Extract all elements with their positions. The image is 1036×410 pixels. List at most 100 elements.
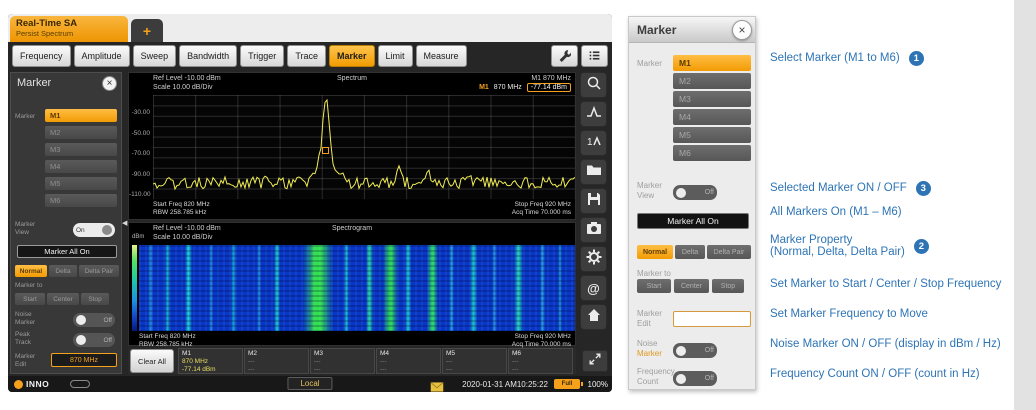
marker-property-delta-pair[interactable]: Delta Pair — [79, 265, 119, 277]
marker-to-start-button[interactable]: Start — [15, 293, 45, 305]
marker-m1-symbol — [322, 147, 329, 154]
marker-select-m6[interactable]: M6 — [673, 145, 751, 161]
toolbar-button-trigger[interactable]: Trigger — [240, 45, 285, 67]
marker-select-m1[interactable]: M1 — [673, 55, 751, 71]
toolbar-button-marker[interactable]: Marker — [328, 45, 375, 67]
toggle-state-label: Off — [103, 316, 112, 324]
setup-button[interactable] — [580, 246, 607, 272]
toolbar-button-limit[interactable]: Limit — [377, 45, 413, 67]
marker-view-toggle[interactable]: On — [73, 223, 115, 237]
noise-marker-toggle[interactable]: Off — [73, 313, 115, 327]
tools-button[interactable] — [551, 45, 578, 67]
svg-text:1: 1 — [587, 137, 593, 148]
peak-search-button[interactable] — [580, 72, 607, 98]
frequency-count-toggle[interactable]: Off — [673, 371, 717, 386]
new-tab-button[interactable]: + — [131, 19, 163, 42]
noise-label-word2: Marker — [637, 348, 662, 358]
marker-select-m6[interactable]: M6 — [45, 194, 117, 207]
fullscreen-button[interactable] — [582, 350, 608, 372]
marker-select-m3[interactable]: M3 — [45, 143, 117, 156]
cell-name: M2 — [248, 350, 258, 357]
spectrum-plot-area — [152, 95, 576, 199]
annotation-text: All Markers On (M1 – M6) — [770, 206, 902, 218]
toggle-state-label: Off — [704, 189, 714, 196]
marker-table: Clear All M1 870 MHz -77.14 dBm M2 --- -… — [128, 348, 576, 374]
marker-panel-callout: Marker × Marker M1 M2 M3 M4 M5 M6 Marker… — [628, 16, 756, 390]
marker-select-m2[interactable]: M2 — [45, 126, 117, 139]
toolbar-button-frequency[interactable]: Frequency — [12, 45, 71, 67]
spectrogram-display: Ref Level -10.00 dBm Spectrogram Scale 1… — [128, 222, 576, 348]
marker-to-center-button[interactable]: Center — [47, 293, 79, 305]
marker-select-m2[interactable]: M2 — [673, 73, 751, 89]
toolbar-button-trace[interactable]: Trace — [287, 45, 326, 67]
marker-to-stop-button[interactable]: Stop — [81, 293, 109, 305]
marker-property-normal[interactable]: Normal — [637, 245, 673, 259]
close-icon[interactable]: × — [732, 20, 752, 40]
noise-marker-toggle[interactable]: Off — [673, 343, 717, 358]
marker-to-trace-button[interactable]: 1 — [580, 130, 607, 156]
open-file-button[interactable] — [580, 159, 607, 185]
annotation-marker-to: Set Marker to Start / Center / Stop Freq… — [770, 276, 1001, 292]
marker-select-m3[interactable]: M3 — [673, 91, 751, 107]
marker-property-delta-pair[interactable]: Delta Pair — [707, 245, 751, 259]
menu-button[interactable] — [581, 45, 608, 67]
marker-select-m5[interactable]: M5 — [673, 127, 751, 143]
waterfall-area — [139, 245, 575, 331]
y-tick: -30.00 — [131, 109, 150, 116]
screenshot-button[interactable] — [580, 217, 607, 243]
marker-table-cell-m1: M1 870 MHz -77.14 dBm — [178, 348, 243, 374]
toolbar-button-bandwidth[interactable]: Bandwidth — [179, 45, 238, 67]
page-margin-strip — [1014, 0, 1036, 410]
stop-freq-readout: Stop Freq 920 MHz — [514, 333, 571, 340]
toggle-knob — [76, 335, 86, 345]
close-icon[interactable]: × — [102, 76, 117, 91]
side-toolbar: 1 @ — [580, 72, 608, 330]
cell-freq: --- — [380, 358, 387, 365]
toolbar-button-measure[interactable]: Measure — [415, 45, 467, 67]
preset-icon: @ — [587, 280, 600, 296]
marker-level: -77.14 dBm — [526, 83, 571, 92]
marker-all-on-button[interactable]: Marker All On — [17, 245, 117, 258]
cell-level: --- — [512, 366, 519, 373]
marker-table-cell-m6: M6 --- --- — [508, 348, 573, 374]
marker-edit-field[interactable]: 870 MHz — [51, 353, 117, 367]
annotation-text: Selected Marker ON / OFF — [770, 182, 907, 194]
menu-list-icon — [588, 49, 601, 64]
peak-track-toggle[interactable]: Off — [73, 333, 115, 347]
preset-button[interactable]: @ — [580, 275, 607, 301]
marker-property-normal[interactable]: Normal — [15, 265, 47, 277]
marker-select-m1[interactable]: M1 — [45, 109, 117, 122]
toolbar-button-sweep[interactable]: Sweep — [132, 45, 177, 67]
marker-to-center-button[interactable]: Center — [674, 279, 709, 293]
tab-realtime-sa[interactable]: Real-Time SA Persist Spectrum — [10, 16, 128, 42]
marker-property-delta[interactable]: Delta — [49, 265, 77, 277]
marker-edit-field[interactable] — [673, 311, 751, 327]
next-peak-button[interactable] — [580, 101, 607, 127]
marker-all-on-button[interactable]: Marker All On — [637, 213, 749, 229]
start-freq-readout: Start Freq 820 MHz — [139, 333, 196, 340]
acq-time-readout: Acq Time 70.000 ms — [511, 209, 571, 216]
marker-view-toggle[interactable]: Off — [673, 185, 717, 200]
folder-icon — [586, 162, 602, 183]
waterfall-texture — [139, 245, 575, 331]
cell-freq: --- — [314, 358, 321, 365]
marker-property-delta[interactable]: Delta — [675, 245, 705, 259]
rbw-readout: RBW 258.785 kHz — [153, 209, 207, 216]
marker-to-start-button[interactable]: Start — [637, 279, 671, 293]
home-button[interactable] — [580, 304, 607, 330]
home-icon — [586, 307, 602, 328]
marker-to-stop-button[interactable]: Stop — [712, 279, 744, 293]
cell-freq: --- — [446, 358, 453, 365]
toolbar-button-amplitude[interactable]: Amplitude — [73, 45, 130, 67]
noise-marker-label: Noise Marker — [637, 339, 671, 358]
cell-freq: 870 MHz — [182, 358, 209, 365]
marker-table-cell-m4: M4 --- --- — [376, 348, 441, 374]
cell-name: M1 — [182, 350, 192, 357]
clear-all-button[interactable]: Clear All — [130, 349, 174, 373]
marker-select-m5[interactable]: M5 — [45, 177, 117, 190]
annotation-noise-marker: Noise Marker ON / OFF (display in dBm / … — [770, 336, 1001, 352]
marker-select-m4[interactable]: M4 — [673, 109, 751, 125]
marker-select-m4[interactable]: M4 — [45, 160, 117, 173]
save-button[interactable] — [580, 188, 607, 214]
local-remote-button[interactable]: Local — [287, 377, 333, 390]
